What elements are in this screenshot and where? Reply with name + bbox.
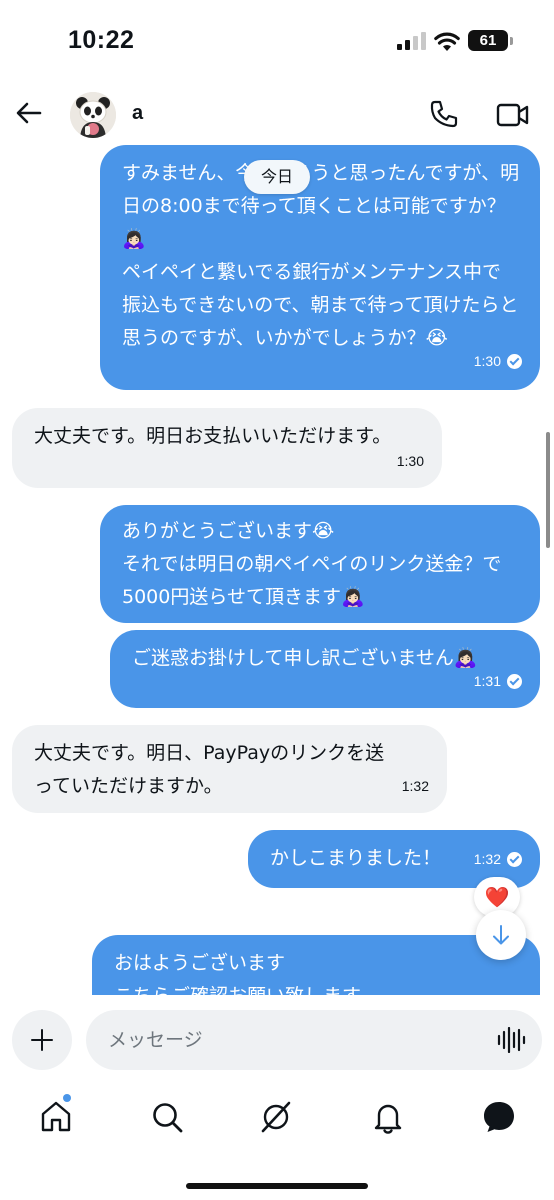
message-time: 1:31 bbox=[473, 673, 501, 689]
video-call-icon[interactable] bbox=[496, 100, 530, 130]
messages-icon[interactable] bbox=[481, 1099, 517, 1135]
grok-icon[interactable] bbox=[258, 1099, 294, 1135]
cellular-signal-icon bbox=[397, 32, 426, 50]
date-divider: 今日 bbox=[244, 160, 310, 194]
message-text: 大丈夫です。明日、PayPayのリンクを送っていただけますか。 bbox=[34, 742, 385, 797]
search-icon[interactable] bbox=[149, 1099, 185, 1135]
message-bubble-outgoing[interactable]: ありがとうございます😭 それでは明日の朝ペイペイのリンク送金？で5000円送らせ… bbox=[100, 505, 540, 623]
message-bubble-outgoing[interactable]: おはようございます こちらご確認お願い致します bbox=[92, 935, 540, 1001]
message-bubble-incoming[interactable]: 大丈夫です。明日お支払いいただけます。 1:30 bbox=[12, 408, 442, 488]
conversation-header: a bbox=[0, 80, 554, 150]
message-meta: 1:30 bbox=[474, 345, 522, 378]
notifications-icon[interactable] bbox=[370, 1099, 406, 1135]
phone-call-icon[interactable] bbox=[428, 98, 460, 130]
message-bubble-outgoing[interactable]: すみません、今日払ろうと思ったんですが、明日の8:00まで待って頂くことは可能で… bbox=[100, 145, 540, 390]
message-composer bbox=[0, 995, 554, 1085]
back-arrow-icon[interactable] bbox=[14, 98, 44, 128]
message-text: ありがとうございます😭 それでは明日の朝ペイペイのリンク送金？で5000円送らせ… bbox=[122, 520, 502, 608]
message-time: 1:32 bbox=[473, 851, 501, 867]
contact-name[interactable]: a bbox=[132, 102, 143, 125]
message-text: ご迷惑お掛けして申し訳ございません🙇🏻‍♀️ bbox=[132, 647, 478, 669]
message-bubble-outgoing[interactable]: ご迷惑お掛けして申し訳ございません🙇🏻‍♀️ 1:31 bbox=[110, 630, 540, 708]
voice-waveform-icon[interactable] bbox=[496, 1027, 526, 1053]
message-meta: 1:32 bbox=[474, 843, 522, 876]
status-time: 10:22 bbox=[68, 26, 135, 54]
wifi-icon bbox=[434, 32, 460, 51]
message-meta: 1:32 bbox=[402, 770, 429, 803]
message-time: 1:30 bbox=[473, 353, 501, 369]
home-icon[interactable] bbox=[38, 1099, 74, 1135]
message-time: 1:32 bbox=[401, 778, 429, 794]
message-input[interactable] bbox=[86, 1010, 542, 1070]
message-text: 大丈夫です。明日お支払いいただけます。 bbox=[34, 425, 392, 447]
battery-icon: 61 bbox=[468, 30, 508, 51]
scroll-to-bottom-button[interactable] bbox=[476, 910, 526, 960]
scrollbar[interactable] bbox=[546, 432, 550, 548]
arrow-down-icon bbox=[493, 925, 509, 945]
message-bubble-incoming[interactable]: 大丈夫です。明日、PayPayのリンクを送っていただけますか。 1:32 bbox=[12, 725, 447, 813]
battery-tip bbox=[510, 37, 513, 45]
panda-avatar-icon bbox=[70, 92, 116, 138]
message-text: すみません、今日払ろうと思ったんですが、明日の8:00まで待って頂くことは可能で… bbox=[122, 162, 520, 349]
home-notification-dot bbox=[63, 1094, 71, 1102]
message-meta: 1:30 bbox=[397, 445, 424, 478]
message-meta: 1:31 bbox=[474, 665, 522, 698]
message-text: おはようございます こちらご確認お願い致します bbox=[114, 952, 362, 1001]
read-check-icon bbox=[507, 852, 522, 867]
home-indicator bbox=[186, 1183, 368, 1189]
message-time: 1:30 bbox=[396, 453, 424, 469]
read-check-icon bbox=[507, 674, 522, 689]
read-check-icon bbox=[507, 354, 522, 369]
contact-avatar[interactable] bbox=[70, 92, 116, 138]
status-bar: 10:22 61 bbox=[0, 0, 554, 80]
add-attachment-button[interactable] bbox=[12, 1010, 72, 1070]
